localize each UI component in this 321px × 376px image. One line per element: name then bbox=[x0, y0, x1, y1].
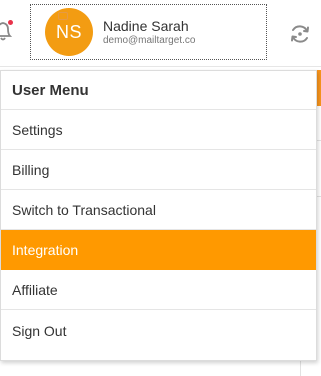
user-email: demo@mailtarget.co bbox=[103, 35, 196, 46]
avatar-badge-icon bbox=[58, 12, 68, 20]
user-menu-button[interactable]: NS Nadine Sarah demo@mailtarget.co bbox=[30, 4, 267, 60]
top-bar: NS Nadine Sarah demo@mailtarget.co bbox=[0, 0, 321, 67]
menu-title: User Menu bbox=[1, 71, 316, 110]
notification-dot bbox=[8, 20, 13, 25]
menu-item-integration[interactable]: Integration bbox=[1, 230, 316, 270]
user-name: Nadine Sarah bbox=[103, 18, 189, 34]
sync-icon[interactable] bbox=[288, 22, 312, 46]
menu-item-settings[interactable]: Settings bbox=[1, 110, 316, 150]
avatar-initials: NS bbox=[55, 22, 82, 42]
menu-item-switch-to-transactional[interactable]: Switch to Transactional bbox=[1, 190, 316, 230]
menu-item-billing[interactable]: Billing bbox=[1, 150, 316, 190]
menu-item-affiliate[interactable]: Affiliate bbox=[1, 270, 316, 310]
menu-item-sign-out[interactable]: Sign Out bbox=[1, 311, 316, 351]
avatar: NS bbox=[45, 8, 93, 56]
user-menu-dropdown: User Menu Settings Billing Switch to Tra… bbox=[0, 70, 317, 361]
